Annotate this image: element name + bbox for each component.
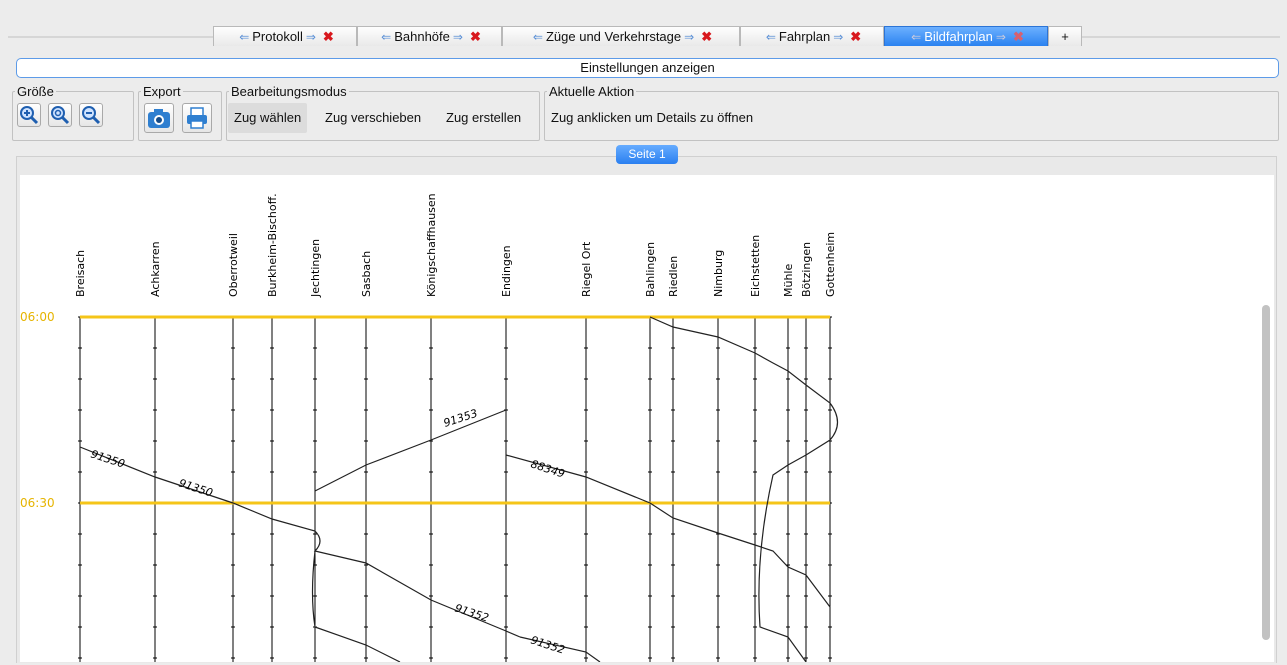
station-label-9: Bahlingen	[644, 242, 657, 297]
arrow-right-icon[interactable]: ⇒	[453, 30, 463, 44]
station-label-7: Endingen	[500, 245, 513, 297]
tab-label: Bildfahrplan	[924, 29, 993, 44]
printer-icon	[187, 107, 207, 129]
tab-label: Protokoll	[252, 29, 303, 44]
station-label-15: Gottenheim	[824, 232, 837, 297]
mode-select-train-button[interactable]: Zug wählen	[228, 103, 308, 133]
add-tab-button[interactable]: +	[1048, 26, 1082, 46]
station-label-10: Riedlen	[667, 256, 680, 297]
time-label-0: 06:00	[20, 310, 55, 324]
timetable-canvas[interactable]: Breisach Achkarren Oberrotweil Burkheim-Bis…	[20, 175, 1274, 663]
tab-bahnhoefe[interactable]: ⇐ Bahnhöfe ⇒ ✖	[357, 26, 502, 46]
train-path	[311, 550, 401, 663]
close-icon[interactable]: ✖	[323, 29, 334, 45]
settings-toggle-button[interactable]: Einstellungen anzeigen	[16, 58, 1279, 78]
edit-mode-legend: Bearbeitungsmodus	[231, 84, 347, 99]
train-path	[314, 409, 507, 492]
zoom-out-icon	[82, 106, 101, 125]
train-number-label: 91352	[453, 601, 490, 624]
arrow-right-icon[interactable]: ⇒	[684, 30, 694, 44]
close-icon[interactable]: ✖	[1013, 29, 1024, 45]
station-label-6: Königschaffhausen	[425, 193, 438, 297]
page-tab[interactable]: Seite 1	[616, 145, 678, 164]
tab-zuege-verkehrstage[interactable]: ⇐ Züge und Verkehrstage ⇒ ✖	[502, 26, 740, 46]
tab-label: Bahnhöfe	[394, 29, 450, 44]
station-label-1: Achkarren	[149, 241, 162, 297]
graphic-timetable[interactable]: Breisach Achkarren Oberrotweil Burkheim-Bis…	[20, 175, 1274, 663]
page-tab-label: Seite 1	[628, 147, 666, 161]
zoom-out-button[interactable]	[79, 103, 103, 127]
zoom-in-icon	[20, 106, 39, 125]
close-icon[interactable]: ✖	[850, 29, 861, 45]
station-label-8: Riegel Ort	[580, 241, 593, 297]
mode-move-train-button[interactable]: Zug verschieben	[319, 103, 427, 133]
current-action-text: Zug anklicken um Details zu öffnen	[551, 110, 754, 125]
train-number-label: 91350	[89, 447, 126, 470]
close-icon[interactable]: ✖	[701, 29, 712, 45]
settings-label: Einstellungen anzeigen	[580, 60, 715, 75]
camera-icon	[148, 109, 170, 128]
station-label-13: Mühle	[782, 264, 795, 297]
tab-protokoll[interactable]: ⇐ Protokoll ⇒ ✖	[213, 26, 357, 46]
zoom-reset-icon	[51, 106, 70, 125]
arrow-left-icon[interactable]: ⇐	[911, 30, 921, 44]
station-label-12: Eichstetten	[749, 235, 762, 297]
station-label-14: Bötzingen	[800, 242, 813, 297]
export-legend: Export	[143, 84, 181, 99]
arrow-right-icon[interactable]: ⇒	[306, 30, 316, 44]
station-label-3: Burkheim-Bischoff.	[266, 193, 279, 297]
arrow-left-icon[interactable]: ⇐	[533, 30, 543, 44]
current-action-legend: Aktuelle Aktion	[549, 84, 635, 99]
arrow-left-icon[interactable]: ⇐	[381, 30, 391, 44]
arrow-left-icon[interactable]: ⇐	[239, 30, 249, 44]
train-number-label: 91350	[177, 476, 214, 499]
train-number-label: 88349	[529, 457, 566, 480]
size-legend: Größe	[17, 84, 54, 99]
zoom-in-button[interactable]	[17, 103, 41, 127]
train-number-label: 91352	[529, 633, 566, 656]
close-icon[interactable]: ✖	[470, 29, 481, 45]
train-number-label: 91353	[442, 407, 479, 430]
screenshot-button[interactable]	[144, 103, 174, 133]
arrow-left-icon[interactable]: ⇐	[766, 30, 776, 44]
train-path	[649, 316, 839, 663]
station-label-0: Breisach	[74, 250, 87, 297]
mode-create-train-button[interactable]: Zug erstellen	[440, 103, 527, 133]
arrow-right-icon[interactable]: ⇒	[996, 30, 1006, 44]
station-label-11: Nimburg	[712, 250, 725, 297]
time-label-1: 06:30	[20, 496, 55, 510]
add-tab-label: +	[1061, 29, 1069, 44]
station-label-5: Sasbach	[360, 251, 373, 297]
print-button[interactable]	[182, 103, 212, 133]
station-label-2: Oberrotweil	[227, 233, 240, 297]
zoom-reset-button[interactable]	[48, 103, 72, 127]
station-label-4: Jechtingen	[309, 239, 322, 298]
arrow-right-icon[interactable]: ⇒	[833, 30, 843, 44]
tab-fahrplan[interactable]: ⇐ Fahrplan ⇒ ✖	[740, 26, 884, 46]
tab-label: Züge und Verkehrstage	[545, 29, 682, 44]
vertical-scrollbar[interactable]	[1262, 305, 1270, 640]
tab-label: Fahrplan	[778, 29, 831, 44]
tab-bildfahrplan[interactable]: ⇐ Bildfahrplan ⇒ ✖	[884, 26, 1048, 46]
